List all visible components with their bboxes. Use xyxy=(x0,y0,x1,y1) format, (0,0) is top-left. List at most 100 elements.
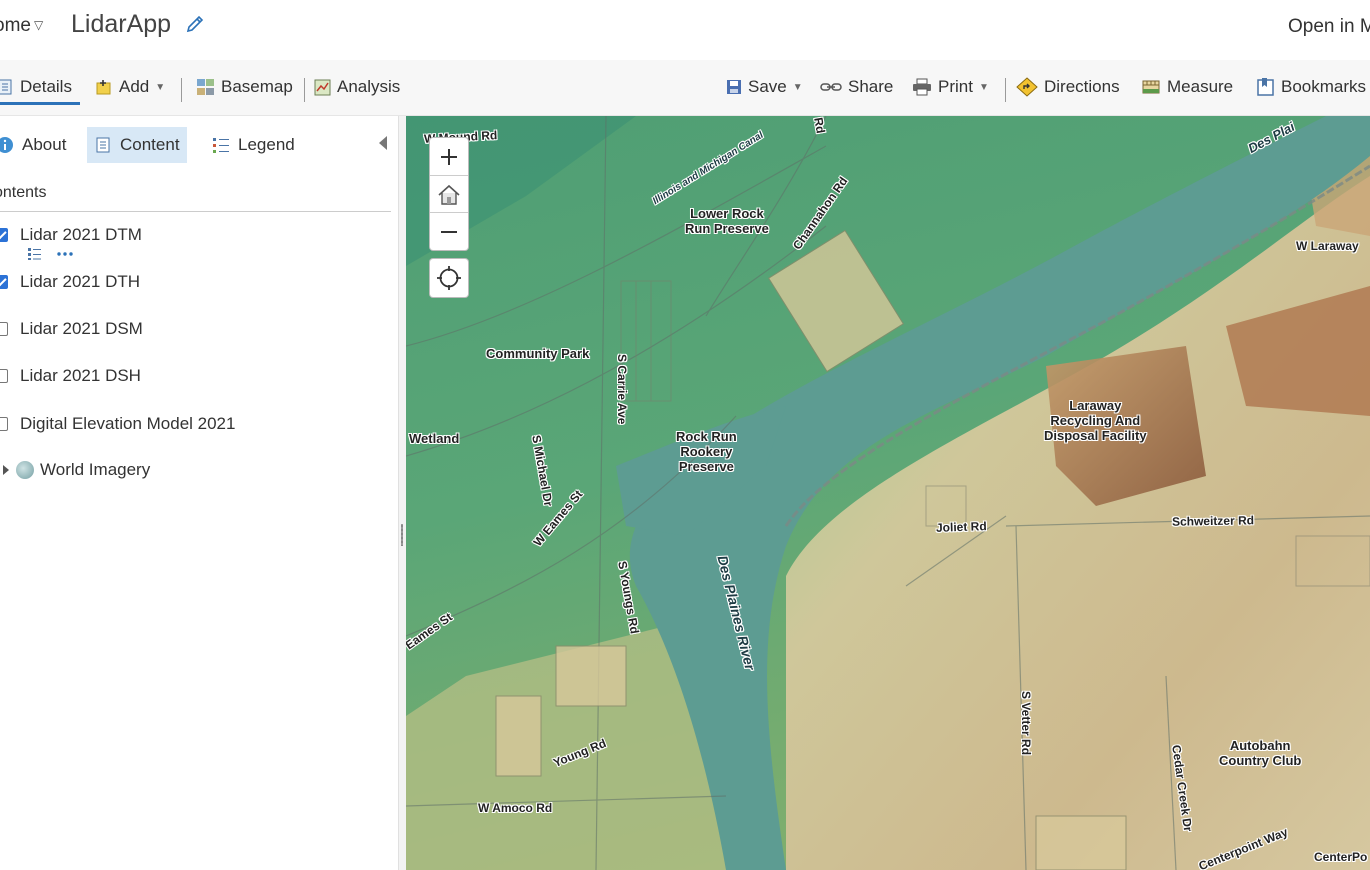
add-icon xyxy=(96,80,111,95)
legend-toggle-icon[interactable] xyxy=(27,247,43,261)
layer-label: Lidar 2021 DTM xyxy=(20,225,142,244)
layer-item[interactable]: Digital Elevation Model 2021 xyxy=(0,414,235,434)
zoom-control xyxy=(430,138,468,250)
home-menu[interactable]: ome▽ xyxy=(0,15,43,37)
minus-icon xyxy=(441,230,457,233)
details-label: Details xyxy=(20,77,72,96)
active-tab-indicator xyxy=(0,102,80,105)
tab-content[interactable]: Content xyxy=(87,127,187,163)
map-label: Lower Rock Run Preserve xyxy=(685,206,769,236)
layer-tools xyxy=(27,247,77,261)
map-label: Wetland xyxy=(409,431,460,446)
locate-button[interactable] xyxy=(430,259,468,297)
tab-legend-label: Legend xyxy=(238,135,295,154)
map-label: Rd xyxy=(811,116,828,135)
analysis-label: Analysis xyxy=(337,77,401,96)
layer-label: World Imagery xyxy=(40,460,151,479)
share-link-icon xyxy=(820,83,842,91)
layer-item[interactable]: Lidar 2021 DSM xyxy=(0,319,143,339)
pencil-edit-icon[interactable] xyxy=(184,13,206,35)
caret-down-icon: ▽ xyxy=(33,18,44,32)
caret-down-icon: ▼ xyxy=(155,81,166,93)
expand-arrow-icon[interactable] xyxy=(3,465,9,475)
directions-sign-icon xyxy=(1016,77,1038,97)
measure-button[interactable]: Measure xyxy=(1141,77,1233,97)
legend-list-icon xyxy=(213,138,229,153)
map-label: Community Park xyxy=(486,346,590,361)
share-label: Share xyxy=(848,77,894,96)
tab-about[interactable]: About xyxy=(0,127,66,163)
save-button[interactable]: Save ▼ xyxy=(726,77,803,97)
add-label: Add xyxy=(119,77,150,96)
toolbar-divider xyxy=(181,78,182,102)
map-label: Laraway Recycling And Disposal Facility xyxy=(1044,398,1147,443)
save-label: Save xyxy=(748,77,787,96)
details-icon xyxy=(0,79,12,95)
share-button[interactable]: Share xyxy=(820,77,893,97)
map-label: Joliet Rd xyxy=(935,519,987,535)
directions-label: Directions xyxy=(1044,77,1120,96)
layer-label: Lidar 2021 DSM xyxy=(20,319,143,338)
contents-heading: ontents xyxy=(0,184,47,201)
map-label: CenterPo xyxy=(1314,850,1368,864)
more-options-icon[interactable] xyxy=(55,247,77,261)
layer-item[interactable]: Lidar 2021 DTM xyxy=(0,225,142,245)
main-toolbar: Details Add ▼ Basemap Analysis Save ▼ Shar… xyxy=(0,60,1370,116)
layer-checkbox[interactable] xyxy=(0,369,8,383)
locate-crosshair-icon xyxy=(437,266,461,290)
globe-icon xyxy=(16,461,34,479)
divider xyxy=(0,211,391,212)
print-label: Print xyxy=(938,77,973,96)
map-label: W Amoco Rd xyxy=(478,801,553,815)
layer-checkbox[interactable] xyxy=(0,275,8,289)
top-bar: ome▽ LidarApp Open in M xyxy=(0,0,1370,60)
app-title: LidarApp xyxy=(71,10,172,38)
bookmarks-button[interactable]: Bookmarks xyxy=(1256,77,1366,97)
map-label: S Carrie Ave xyxy=(615,354,629,425)
layer-checkbox[interactable] xyxy=(0,417,8,431)
home-extent-button[interactable] xyxy=(430,175,468,213)
layer-item[interactable]: Lidar 2021 DSH xyxy=(0,366,141,386)
basemap-grid-icon xyxy=(197,79,214,95)
layer-item[interactable]: World Imagery xyxy=(0,460,150,480)
print-button[interactable]: Print ▼ xyxy=(912,77,989,97)
basemap-button[interactable]: Basemap xyxy=(196,77,293,97)
layer-item[interactable]: Lidar 2021 DTH xyxy=(0,272,140,292)
basemap-label: Basemap xyxy=(221,77,293,96)
tab-content-label: Content xyxy=(120,135,180,154)
layer-label: Lidar 2021 DTH xyxy=(20,272,141,291)
analysis-button[interactable]: Analysis xyxy=(314,77,400,97)
bookmarks-icon xyxy=(1257,78,1274,96)
tab-legend[interactable]: Legend xyxy=(212,127,295,163)
caret-down-icon: ▼ xyxy=(792,81,803,93)
directions-button[interactable]: Directions xyxy=(1016,77,1120,97)
zoom-out-button[interactable] xyxy=(430,212,468,250)
map-view[interactable]: W Mound Rd Illinois and Michigan Canal L… xyxy=(406,116,1370,870)
layer-checkbox[interactable] xyxy=(0,322,8,336)
analysis-map-icon xyxy=(314,79,331,95)
zoom-in-button[interactable] xyxy=(430,138,468,175)
layer-label: Digital Elevation Model 2021 xyxy=(20,414,236,433)
map-label: S Vetter Rd xyxy=(1019,691,1033,756)
home-icon xyxy=(438,184,460,205)
map-label: W Laraway xyxy=(1296,239,1359,253)
toolbar-divider xyxy=(1005,78,1006,102)
bookmarks-label: Bookmarks xyxy=(1281,77,1367,96)
plus-icon xyxy=(441,148,457,165)
printer-icon xyxy=(913,78,931,96)
map-label: Schweitzer Rd xyxy=(1171,513,1255,529)
details-tab-button[interactable]: Details xyxy=(0,77,72,97)
content-list-icon xyxy=(96,137,110,153)
map-label: Autobahn Country Club xyxy=(1219,738,1302,768)
collapse-panel-icon[interactable] xyxy=(379,136,387,150)
splitter-grip-icon[interactable] xyxy=(401,524,403,546)
map-label: Rock Run Rookery Preserve xyxy=(676,429,737,474)
toolbar-divider xyxy=(304,78,305,102)
open-in-link[interactable]: Open in M xyxy=(1288,16,1370,38)
layer-checkbox[interactable] xyxy=(0,228,8,242)
measure-icon xyxy=(1142,80,1160,94)
add-button[interactable]: Add ▼ xyxy=(95,77,165,97)
home-label: ome xyxy=(0,15,31,36)
caret-down-icon: ▼ xyxy=(978,81,989,93)
tab-about-label: About xyxy=(22,135,67,154)
